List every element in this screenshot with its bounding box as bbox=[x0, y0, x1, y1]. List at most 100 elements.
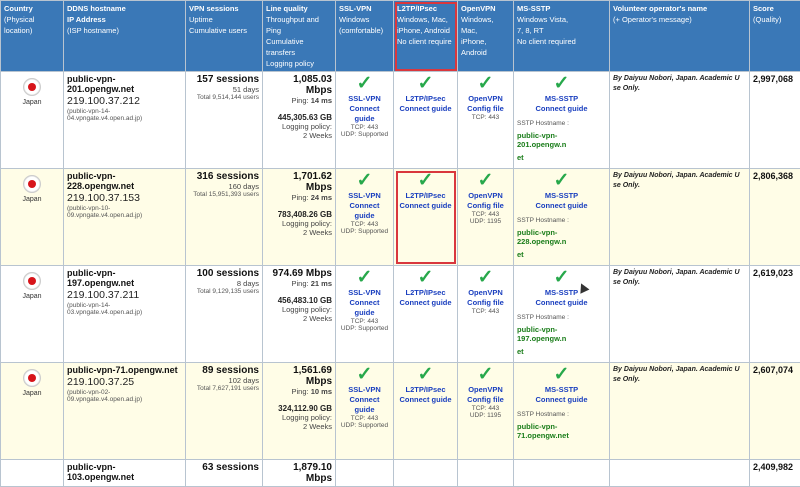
sslvpn-connect-guide-link[interactable]: Connect guide bbox=[339, 104, 390, 124]
operator-cell: By Daiyuu Nobori, Japan. Academic U se O… bbox=[610, 169, 750, 266]
ddns-cell: public-vpn-201.opengw.net 219.100.37.212… bbox=[64, 72, 186, 169]
throughput: 1,701.62 Mbps bbox=[266, 171, 332, 193]
hostname[interactable]: public-vpn-201.opengw.net bbox=[67, 74, 182, 94]
openvpn-cell: ✓ OpenVPN Config file TCP: 443 bbox=[458, 266, 514, 363]
check-icon: ✓ bbox=[517, 171, 606, 191]
openvpn-link[interactable]: OpenVPN bbox=[461, 288, 510, 298]
logging-policy-value: 2 Weeks bbox=[266, 131, 332, 140]
check-icon: ✓ bbox=[461, 171, 510, 191]
openvpn-config-file-link[interactable]: Config file bbox=[461, 395, 510, 405]
table-row: Japan public-vpn-228.opengw.net 219.100.… bbox=[1, 169, 800, 266]
mssstp-link[interactable]: MS-SSTP bbox=[517, 94, 606, 104]
header-quality: Line quality Throughput and Ping Cumulat… bbox=[263, 1, 336, 72]
openvpn-link[interactable]: OpenVPN bbox=[461, 191, 510, 201]
mssstp-connect-guide-link[interactable]: Connect guide bbox=[517, 104, 606, 114]
score-value: 2,997,068 bbox=[753, 74, 797, 84]
throughput: 1,879.10 Mbps bbox=[266, 462, 332, 484]
l2tp-connect-guide-link[interactable]: Connect guide bbox=[397, 298, 454, 308]
japan-flag-icon bbox=[23, 78, 41, 96]
logging-policy-value: 2 Weeks bbox=[266, 228, 332, 237]
operator-message: By Daiyuu Nobori, Japan. Academic U bbox=[613, 74, 746, 84]
cumulative-users: Total 9,129,135 users bbox=[189, 288, 259, 295]
hostname[interactable]: public-vpn-228.opengw.net bbox=[67, 171, 182, 191]
mssstp-link[interactable]: MS-SSTP bbox=[517, 385, 606, 395]
check-icon: ✓ bbox=[339, 365, 390, 385]
mssstp-connect-guide-link[interactable]: Connect guide bbox=[517, 201, 606, 211]
l2tp-connect-guide-link[interactable]: Connect guide bbox=[397, 201, 454, 211]
table-row-partial: public-vpn-103.opengw.net 63 sessions 1,… bbox=[1, 460, 800, 487]
score-cell: 2,607,074 bbox=[750, 363, 800, 460]
table-row: Japan public-vpn-197.opengw.net 219.100.… bbox=[1, 266, 800, 363]
sslvpn-link[interactable]: SSL-VPN bbox=[339, 385, 390, 395]
openvpn-config-file-link[interactable]: Config file bbox=[461, 104, 510, 114]
mssstp-link[interactable]: MS-SSTP bbox=[517, 191, 606, 201]
logging-policy-label: Logging policy: bbox=[266, 413, 332, 422]
ping: Ping: 10 ms bbox=[266, 387, 332, 396]
l2tp-connect-guide-link[interactable]: Connect guide bbox=[397, 395, 454, 405]
score-cell: 2,997,068 bbox=[750, 72, 800, 169]
logging-policy-label: Logging policy: bbox=[266, 305, 332, 314]
vpn-server-table: Country (Physical location) DDNS hostnam… bbox=[0, 0, 800, 487]
logging-policy-label: Logging policy: bbox=[266, 122, 332, 131]
sslvpn-connect-guide-link[interactable]: Connect guide bbox=[339, 395, 390, 415]
l2tp-link[interactable]: L2TP/IPsec bbox=[397, 385, 454, 395]
l2tp-cell: ✓ L2TP/IPsec Connect guide bbox=[394, 169, 458, 266]
sslvpn-cell: ✓ SSL-VPN Connect guide TCP: 443 UDP: Su… bbox=[336, 169, 394, 266]
mssstp-cell: ✓ MS-SSTP Connect guide SSTP Hostname : … bbox=[514, 169, 610, 266]
check-icon: ✓ bbox=[517, 365, 606, 385]
mssstp-link[interactable]: MS-SSTP bbox=[517, 288, 606, 298]
ddns-cell: public-vpn-228.opengw.net 219.100.37.153… bbox=[64, 169, 186, 266]
check-icon: ✓ bbox=[339, 171, 390, 191]
l2tp-link[interactable]: L2TP/IPsec bbox=[397, 94, 454, 104]
ip-address: 219.100.37.153 bbox=[67, 192, 182, 204]
sslvpn-link[interactable]: SSL-VPN bbox=[339, 94, 390, 104]
openvpn-config-file-link[interactable]: Config file bbox=[461, 298, 510, 308]
header-sslvpn: SSL-VPN Windows (comfortable) bbox=[336, 1, 394, 72]
openvpn-config-file-link[interactable]: Config file bbox=[461, 201, 510, 211]
session-count: 157 sessions bbox=[189, 74, 259, 85]
header-mssstp: MS-SSTP Windows Vista, 7, 8, RT No clien… bbox=[514, 1, 610, 72]
sslvpn-link[interactable]: SSL-VPN bbox=[339, 191, 390, 201]
quality-cell: 974.69 Mbps Ping: 21 ms 456,483.10 GB Lo… bbox=[263, 266, 336, 363]
ip-address: 219.100.37.212 bbox=[67, 95, 182, 107]
sslvpn-connect-guide-link[interactable]: Connect guide bbox=[339, 201, 390, 221]
sessions-cell: 100 sessions 8 days Total 9,129,135 user… bbox=[186, 266, 263, 363]
check-icon: ✓ bbox=[461, 365, 510, 385]
openvpn-link[interactable]: OpenVPN bbox=[461, 94, 510, 104]
score-cell: 2,806,368 bbox=[750, 169, 800, 266]
operator-cell: By Daiyuu Nobori, Japan. Academic U se O… bbox=[610, 72, 750, 169]
l2tp-link[interactable]: L2TP/IPsec bbox=[397, 288, 454, 298]
sessions-cell: 89 sessions 102 days Total 7,627,191 use… bbox=[186, 363, 263, 460]
check-icon: ✓ bbox=[517, 268, 606, 288]
quality-cell: 1,085.03 Mbps Ping: 14 ms 445,305.63 GB … bbox=[263, 72, 336, 169]
score-value: 2,806,368 bbox=[753, 171, 797, 181]
ddns-cell: public-vpn-71.opengw.net 219.100.37.25 (… bbox=[64, 363, 186, 460]
cumulative-users: Total 15,951,393 users bbox=[189, 191, 259, 198]
logging-policy-value: 2 Weeks bbox=[266, 314, 332, 323]
ip-address: 219.100.37.211 bbox=[67, 289, 182, 301]
hostname[interactable]: public-vpn-103.opengw.net bbox=[67, 462, 182, 482]
hostname[interactable]: public-vpn-197.opengw.net bbox=[67, 268, 182, 288]
openvpn-link[interactable]: OpenVPN bbox=[461, 385, 510, 395]
sessions-cell: 157 sessions 51 days Total 9,514,144 use… bbox=[186, 72, 263, 169]
sessions-cell: 316 sessions 160 days Total 15,951,393 u… bbox=[186, 169, 263, 266]
ddns-cell: public-vpn-197.opengw.net 219.100.37.211… bbox=[64, 266, 186, 363]
ping: Ping: 24 ms bbox=[266, 193, 332, 202]
mssstp-connect-guide-link[interactable]: Connect guide bbox=[517, 395, 606, 405]
sstp-hostname: public-vpn-228.opengw.n bbox=[517, 228, 606, 246]
mssstp-cell: ✓ MS-SSTP Connect guide SSTP Hostname : … bbox=[514, 363, 610, 460]
mssstp-connect-guide-link[interactable]: Connect guide bbox=[517, 298, 606, 308]
l2tp-connect-guide-link[interactable]: Connect guide bbox=[397, 104, 454, 114]
sslvpn-cell: ✓ SSL-VPN Connect guide TCP: 443 UDP: Su… bbox=[336, 363, 394, 460]
l2tp-link[interactable]: L2TP/IPsec bbox=[397, 191, 454, 201]
check-icon: ✓ bbox=[339, 74, 390, 94]
isp-hostname: (public-vpn-10-09.vpngate.v4.open.ad.jp) bbox=[67, 205, 182, 219]
mssstp-cell: ✓ MS-SSTP Connect guide SSTP Hostname : … bbox=[514, 266, 610, 363]
sslvpn-link[interactable]: SSL-VPN bbox=[339, 288, 390, 298]
sslvpn-connect-guide-link[interactable]: Connect guide bbox=[339, 298, 390, 318]
l2tp-cell: ✓ L2TP/IPsec Connect guide bbox=[394, 266, 458, 363]
hostname[interactable]: public-vpn-71.opengw.net bbox=[67, 365, 182, 375]
sslvpn-cell: ✓ SSL-VPN Connect guide TCP: 443 UDP: Su… bbox=[336, 72, 394, 169]
header-score: Score (Quality) bbox=[750, 1, 800, 72]
operator-cell: By Daiyuu Nobori, Japan. Academic U se O… bbox=[610, 363, 750, 460]
